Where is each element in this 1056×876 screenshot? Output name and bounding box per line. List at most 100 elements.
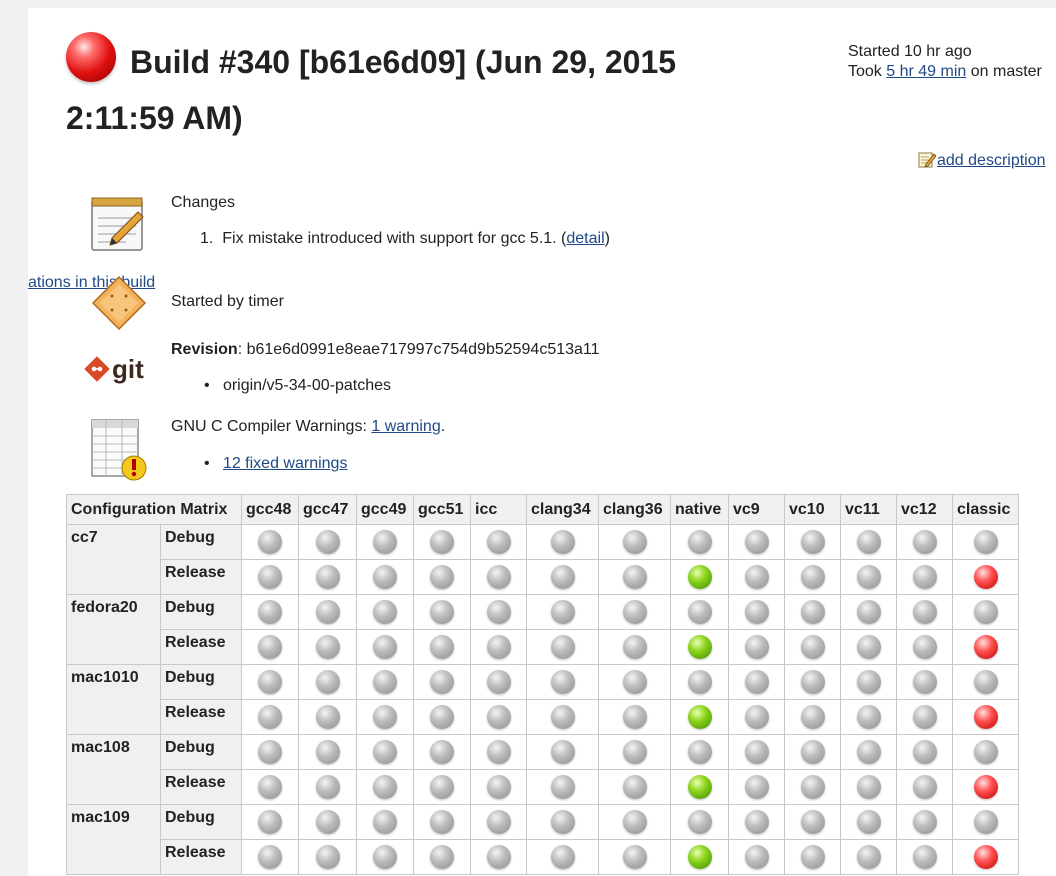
status-ball-grey-icon[interactable] (550, 635, 575, 659)
matrix-cell[interactable] (784, 559, 841, 595)
matrix-cell[interactable] (526, 629, 599, 665)
status-ball-grey-icon[interactable] (856, 845, 881, 869)
status-ball-grey-icon[interactable] (800, 775, 825, 799)
status-ball-grey-icon[interactable] (315, 845, 340, 869)
status-ball-grey-icon[interactable] (430, 705, 454, 729)
matrix-cell[interactable] (241, 559, 299, 595)
status-ball-red-icon[interactable] (973, 705, 998, 729)
matrix-cell[interactable] (470, 699, 527, 735)
matrix-cell[interactable] (784, 804, 841, 840)
status-ball-grey-icon[interactable] (622, 635, 647, 659)
matrix-cell[interactable] (952, 664, 1019, 700)
matrix-cell[interactable] (598, 804, 671, 840)
matrix-cell[interactable] (526, 524, 599, 560)
status-ball-green-icon[interactable] (687, 775, 712, 799)
status-ball-grey-icon[interactable] (486, 565, 511, 589)
matrix-cell[interactable] (728, 664, 785, 700)
status-ball-grey-icon[interactable] (622, 565, 647, 589)
matrix-cell[interactable] (526, 734, 599, 770)
matrix-cell[interactable] (241, 769, 299, 805)
status-ball-grey-icon[interactable] (373, 810, 397, 834)
status-ball-grey-icon[interactable] (486, 845, 511, 869)
matrix-cell[interactable] (470, 629, 527, 665)
matrix-cell[interactable] (952, 629, 1019, 665)
matrix-cell[interactable] (526, 559, 599, 595)
status-ball-grey-icon[interactable] (486, 775, 511, 799)
matrix-cell[interactable] (598, 594, 671, 630)
status-ball-grey-icon[interactable] (973, 810, 998, 834)
matrix-cell[interactable] (356, 839, 414, 875)
status-ball-grey-icon[interactable] (550, 775, 575, 799)
matrix-cell[interactable] (526, 664, 599, 700)
matrix-cell[interactable] (896, 594, 953, 630)
status-ball-grey-icon[interactable] (550, 600, 575, 624)
status-ball-grey-icon[interactable] (373, 775, 397, 799)
matrix-cell[interactable] (241, 804, 299, 840)
matrix-cell[interactable] (728, 524, 785, 560)
status-ball-grey-icon[interactable] (258, 775, 282, 799)
status-ball-grey-icon[interactable] (687, 530, 712, 554)
matrix-cell[interactable] (526, 594, 599, 630)
matrix-cell[interactable] (526, 804, 599, 840)
status-ball-grey-icon[interactable] (744, 775, 769, 799)
status-ball-grey-icon[interactable] (856, 600, 881, 624)
fixed-warnings-link[interactable]: 12 fixed warnings (223, 455, 348, 472)
status-ball-grey-icon[interactable] (912, 565, 937, 589)
matrix-cell[interactable] (526, 699, 599, 735)
status-ball-grey-icon[interactable] (315, 600, 340, 624)
matrix-cell[interactable] (840, 629, 897, 665)
status-ball-grey-icon[interactable] (486, 810, 511, 834)
status-ball-grey-icon[interactable] (744, 810, 769, 834)
status-ball-grey-icon[interactable] (486, 635, 511, 659)
matrix-cell[interactable] (670, 594, 729, 630)
status-ball-grey-icon[interactable] (744, 670, 769, 694)
status-ball-grey-icon[interactable] (687, 810, 712, 834)
matrix-cell[interactable] (241, 839, 299, 875)
status-ball-grey-icon[interactable] (430, 635, 454, 659)
matrix-column-clang36[interactable]: clang36 (598, 494, 671, 525)
status-ball-grey-icon[interactable] (744, 845, 769, 869)
matrix-cell[interactable] (241, 699, 299, 735)
matrix-cell[interactable] (896, 559, 953, 595)
status-ball-grey-icon[interactable] (258, 810, 282, 834)
status-ball-grey-icon[interactable] (550, 705, 575, 729)
status-ball-grey-icon[interactable] (687, 670, 712, 694)
status-ball-grey-icon[interactable] (744, 565, 769, 589)
status-ball-grey-icon[interactable] (744, 530, 769, 554)
status-ball-grey-icon[interactable] (744, 740, 769, 764)
status-ball-grey-icon[interactable] (856, 810, 881, 834)
status-ball-grey-icon[interactable] (912, 845, 937, 869)
matrix-cell[interactable] (784, 699, 841, 735)
status-ball-grey-icon[interactable] (430, 565, 454, 589)
matrix-cell[interactable] (840, 839, 897, 875)
status-ball-grey-icon[interactable] (912, 705, 937, 729)
status-ball-grey-icon[interactable] (800, 705, 825, 729)
matrix-cell[interactable] (413, 524, 471, 560)
matrix-cell[interactable] (241, 629, 299, 665)
status-ball-grey-icon[interactable] (800, 845, 825, 869)
matrix-cell[interactable] (728, 769, 785, 805)
matrix-cell[interactable] (952, 524, 1019, 560)
matrix-cell[interactable] (356, 804, 414, 840)
matrix-cell[interactable] (728, 594, 785, 630)
status-ball-grey-icon[interactable] (315, 530, 340, 554)
matrix-cell[interactable] (241, 524, 299, 560)
status-ball-grey-icon[interactable] (856, 775, 881, 799)
matrix-column-gcc48[interactable]: gcc48 (241, 494, 299, 525)
matrix-cell[interactable] (470, 734, 527, 770)
matrix-cell[interactable] (784, 734, 841, 770)
matrix-cell[interactable] (413, 769, 471, 805)
status-ball-grey-icon[interactable] (258, 740, 282, 764)
status-ball-grey-icon[interactable] (373, 530, 397, 554)
matrix-cell[interactable] (298, 664, 357, 700)
status-ball-grey-icon[interactable] (373, 740, 397, 764)
status-ball-grey-icon[interactable] (856, 565, 881, 589)
matrix-cell[interactable] (356, 734, 414, 770)
matrix-cell[interactable] (598, 629, 671, 665)
matrix-cell[interactable] (670, 734, 729, 770)
status-ball-grey-icon[interactable] (856, 670, 881, 694)
status-ball-grey-icon[interactable] (258, 670, 282, 694)
matrix-cell[interactable] (413, 699, 471, 735)
matrix-cell[interactable] (356, 629, 414, 665)
matrix-cell[interactable] (952, 839, 1019, 875)
